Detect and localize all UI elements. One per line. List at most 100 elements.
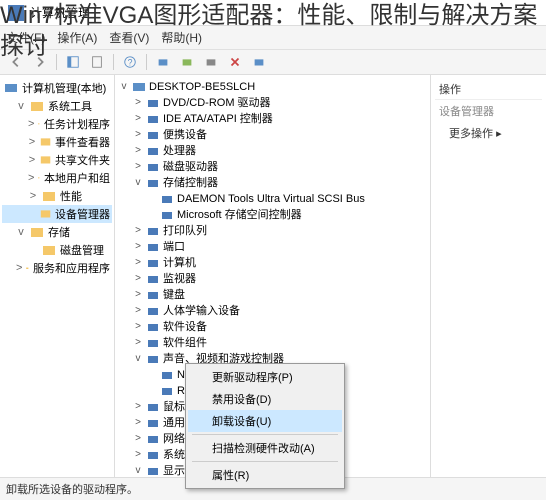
tree-item[interactable]: >便携设备 xyxy=(117,127,428,143)
context-item[interactable]: 禁用设备(D) xyxy=(188,388,342,410)
expand-icon[interactable]: > xyxy=(28,136,36,148)
more-actions-link[interactable]: 更多操作 ▸ xyxy=(435,122,542,144)
device-icon xyxy=(160,208,174,222)
tree-item-label: 端口 xyxy=(163,239,185,255)
left-item-label: 存储 xyxy=(48,224,70,240)
item-icon xyxy=(30,225,44,239)
left-item[interactable]: > 事件查看器 xyxy=(2,133,112,151)
tree-item-label: 监视器 xyxy=(163,271,196,287)
expand-icon[interactable]: > xyxy=(133,95,143,111)
context-separator xyxy=(192,461,338,462)
tree-item-label: 处理器 xyxy=(163,143,196,159)
tree-item[interactable]: > 监视器 xyxy=(117,271,428,287)
item-icon xyxy=(40,153,51,167)
expand-icon[interactable]: > xyxy=(133,431,143,447)
left-item-label: 事件查看器 xyxy=(55,134,110,150)
tree-item-label: 打印队列 xyxy=(163,223,207,239)
expand-icon[interactable]: > xyxy=(28,172,34,184)
expand-icon[interactable]: > xyxy=(16,262,22,274)
device-icon xyxy=(146,224,160,238)
context-item[interactable]: 卸载设备(U) xyxy=(188,410,342,432)
context-separator xyxy=(192,434,338,435)
left-item[interactable]: v系统工具 xyxy=(2,97,112,115)
tree-item[interactable]: > 计算机 xyxy=(117,255,428,271)
device-icon xyxy=(146,128,160,142)
expand-icon[interactable]: > xyxy=(133,287,143,303)
expand-icon[interactable]: v xyxy=(16,226,26,238)
expand-icon[interactable]: > xyxy=(133,271,143,287)
device-icon xyxy=(146,464,160,478)
expand-icon[interactable]: > xyxy=(133,303,143,319)
expand-icon[interactable]: > xyxy=(133,447,143,463)
expand-icon[interactable]: > xyxy=(133,319,143,335)
tree-root[interactable]: v DESKTOP-BE5SLCH xyxy=(117,79,428,95)
tree-item-label: 计算机 xyxy=(163,255,196,271)
left-item[interactable]: > 服务和应用程序 xyxy=(2,259,112,277)
item-icon xyxy=(40,207,51,221)
expand-icon[interactable]: > xyxy=(133,143,143,159)
tree-item-label: 软件组件 xyxy=(163,335,207,351)
tree-item[interactable]: > 打印队列 xyxy=(117,223,428,239)
expand-icon[interactable]: v xyxy=(133,175,143,191)
item-icon xyxy=(38,171,40,185)
tree-item[interactable]: DAEMON Tools Ultra Virtual SCSI Bus xyxy=(117,191,428,207)
tree-item[interactable]: > 处理器 xyxy=(117,143,428,159)
context-item[interactable]: 更新驱动程序(P) xyxy=(188,366,342,388)
tree-item[interactable]: v 存储控制器 xyxy=(117,175,428,191)
device-icon xyxy=(146,400,160,414)
expand-icon[interactable]: > xyxy=(28,190,38,202)
left-item-label: 服务和应用程序 xyxy=(33,260,110,276)
left-item[interactable]: >本地用户和组 xyxy=(2,169,112,187)
left-item[interactable]: 设备管理器 xyxy=(2,205,112,223)
left-item-label: 磁盘管理 xyxy=(60,242,104,258)
tree-item[interactable]: > 软件组件 xyxy=(117,335,428,351)
tree-item[interactable]: Microsoft 存储空间控制器 xyxy=(117,207,428,223)
expand-icon[interactable]: > xyxy=(133,399,143,415)
expand-icon[interactable]: > xyxy=(28,118,34,130)
context-item[interactable]: 属性(R) xyxy=(188,464,342,486)
context-menu[interactable]: 更新驱动程序(P)禁用设备(D)卸载设备(U) 扫描检测硬件改动(A) 属性(R) xyxy=(185,363,345,489)
left-item[interactable]: >性能 xyxy=(2,187,112,205)
expand-icon[interactable]: > xyxy=(133,223,143,239)
device-icon xyxy=(146,160,160,174)
device-icon xyxy=(146,240,160,254)
tree-item-label: DAEMON Tools Ultra Virtual SCSI Bus xyxy=(177,191,365,207)
expand-icon[interactable]: > xyxy=(133,159,143,175)
left-item[interactable]: 磁盘管理 xyxy=(2,241,112,259)
tree-item[interactable]: > 软件设备 xyxy=(117,319,428,335)
device-icon xyxy=(146,304,160,318)
left-root-label: 计算机管理(本地) xyxy=(22,80,106,96)
tree-item[interactable]: > 人体学输入设备 xyxy=(117,303,428,319)
expand-icon[interactable]: > xyxy=(133,239,143,255)
expand-icon[interactable]: > xyxy=(133,127,143,143)
device-icon xyxy=(146,320,160,334)
expand-icon[interactable]: > xyxy=(28,154,36,166)
tree-item[interactable]: >磁盘驱动器 xyxy=(117,159,428,175)
expand-icon[interactable]: > xyxy=(133,111,143,127)
expand-icon[interactable]: > xyxy=(133,335,143,351)
tree-item[interactable]: >IDE ATA/ATAPI 控制器 xyxy=(117,111,428,127)
expand-icon[interactable]: v xyxy=(16,100,26,112)
left-item[interactable]: >任务计划程序 xyxy=(2,115,112,133)
expand-icon[interactable]: > xyxy=(133,415,143,431)
article-title: Win7标准VGA图形适配器：性能、限制与解决方案探讨 xyxy=(0,0,546,62)
tree-item-label: 人体学输入设备 xyxy=(163,303,240,319)
left-item[interactable]: >共享文件夹 xyxy=(2,151,112,169)
expand-icon[interactable]: v xyxy=(119,79,129,95)
device-icon xyxy=(160,384,174,398)
tree-item[interactable]: >键盘 xyxy=(117,287,428,303)
device-icon xyxy=(146,272,160,286)
expand-icon[interactable]: v xyxy=(133,351,143,367)
left-root[interactable]: 计算机管理(本地) xyxy=(2,79,112,97)
expand-icon[interactable]: > xyxy=(133,255,143,271)
tree-item-label: 软件设备 xyxy=(163,319,207,335)
tree-item[interactable]: >DVD/CD-ROM 驱动器 xyxy=(117,95,428,111)
tree-item[interactable]: > 端口 xyxy=(117,239,428,255)
actions-header: 操作 xyxy=(435,79,542,100)
item-icon xyxy=(42,189,56,203)
tree-item-label: 存储控制器 xyxy=(163,175,218,191)
item-icon xyxy=(38,117,40,131)
left-item[interactable]: v 存储 xyxy=(2,223,112,241)
device-icon xyxy=(146,352,160,366)
context-item[interactable]: 扫描检测硬件改动(A) xyxy=(188,437,342,459)
